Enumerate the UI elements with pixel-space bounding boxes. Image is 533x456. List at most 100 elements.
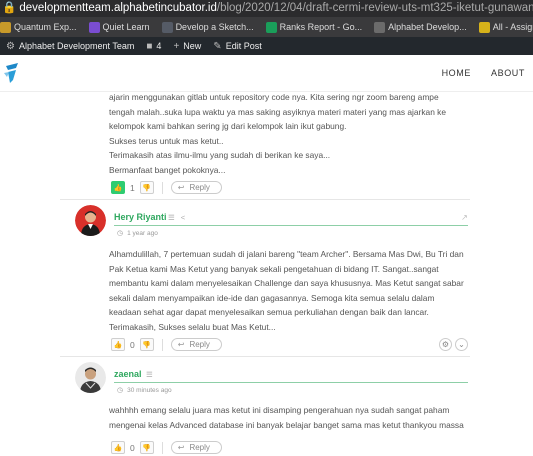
url-path: /blog/2020/12/04/draft-cermi-review-uts-…: [216, 2, 533, 14]
comment-line: ajarin menggunakan gitlab untuk reposito…: [109, 92, 439, 102]
bookmark-item[interactable]: Quantum Exp...: [0, 21, 77, 33]
comment-line: kelompok kami bahkan sering jg dari kelo…: [109, 121, 347, 132]
bookmark-favicon-icon: [0, 21, 11, 33]
bookmark-label: Ranks Report - Go...: [279, 22, 363, 32]
rss-icon[interactable]: ☰: [146, 370, 153, 379]
comment-time: ◷ 1 year ago: [117, 229, 158, 238]
divider: [161, 181, 163, 194]
reply-label: Reply: [189, 443, 210, 452]
bookmarks-bar: Quantum Exp... Quiet Learn Develop a Sketc…: [0, 17, 533, 37]
reply-button[interactable]: ↩ Reply: [170, 441, 222, 454]
comment-body: Alhamdulillah, 7 pertemuan sudah di jala…: [109, 247, 469, 335]
comment-author[interactable]: zaenal: [114, 369, 142, 379]
comment-actions: 👍 1 👎 ↩ Reply: [111, 181, 222, 194]
admin-comments-link[interactable]: ■ 4: [146, 41, 161, 52]
bookmark-favicon-icon: [265, 21, 277, 33]
vote-count: 0: [130, 339, 135, 350]
reply-button[interactable]: ↩ Reply: [170, 338, 222, 351]
author-meta: ☰ <: [168, 213, 185, 222]
comment-time: ◷ 30 minutes ago: [117, 386, 172, 395]
settings-icon[interactable]: ⚙: [439, 338, 452, 351]
comment-line: keadaan sehat agar dapat menyelesaikan s…: [109, 307, 429, 318]
clock-icon: ◷: [117, 230, 124, 237]
nav-home[interactable]: HOME: [442, 68, 471, 78]
address-bar[interactable]: 🔒 developmentteam.alphabetincubator.id/bl…: [0, 0, 533, 17]
time-label: 1 year ago: [127, 229, 158, 237]
comment-line: wahhhh emang selalu juara mas ketut ini …: [109, 405, 450, 415]
author-underline: [114, 225, 468, 226]
bookmark-label: All - Assignments...: [492, 22, 533, 32]
comment-line: sekali dalam menyampaikan ide-ide dan ga…: [109, 292, 435, 303]
thumbs-down-icon[interactable]: 👎: [139, 181, 154, 194]
bookmark-favicon-icon: [88, 21, 100, 33]
bookmark-label: Quantum Exp...: [14, 22, 77, 32]
comment-line: Alhamdulillah, 7 pertemuan sudah di jala…: [109, 249, 464, 259]
link-icon[interactable]: ↗: [458, 211, 471, 224]
bookmark-item[interactable]: All - Assignments...: [478, 21, 533, 33]
author-meta: ☰: [146, 370, 153, 379]
author-underline: [114, 382, 468, 383]
comment-line: Terimakasih atas ilmu-ilmu yang sudah di…: [109, 150, 331, 161]
divider: [161, 441, 163, 454]
comment-line: Pak Ketua kami Mas Ketut yang banyak sek…: [109, 263, 439, 274]
bookmark-favicon-icon: [478, 21, 490, 33]
comment-line: membantu kami dalam menyelesaikan Challe…: [109, 278, 464, 289]
url-host: developmentteam.alphabetincubator.id: [19, 2, 217, 14]
avatar: [75, 362, 106, 393]
comment-line: Terimakasih, Sukses selalu buat Mas Ketu…: [109, 321, 276, 332]
rss-icon[interactable]: ☰: [168, 213, 175, 222]
share-icon[interactable]: <: [181, 213, 185, 222]
thumbs-down-icon[interactable]: 👎: [139, 338, 154, 351]
pencil-icon: ✎: [213, 40, 222, 52]
bookmark-item[interactable]: Develop a Sketch...: [161, 21, 254, 33]
comment-separator: [60, 356, 470, 357]
comment-separator: [60, 199, 470, 200]
wp-admin-bar: ⚙ Alphabet Development Team ■ 4 + New ✎ …: [0, 37, 533, 55]
bookmark-label: Develop a Sketch...: [175, 22, 254, 32]
dashboard-icon: ⚙: [6, 40, 15, 52]
comment-actions: 👍 0 👎 ↩ Reply: [111, 441, 222, 454]
admin-edit-link[interactable]: ✎ Edit Post: [213, 41, 261, 52]
comment-body: wahhhh emang selalu juara mas ketut ini …: [109, 403, 469, 432]
comment-line: Bermanfaat banget pokoknya...: [109, 164, 226, 175]
reply-label: Reply: [189, 340, 210, 349]
avatar: [75, 205, 106, 236]
nav-about[interactable]: ABOUT: [491, 68, 525, 78]
comment-actions: 👍 0 👎 ↩ Reply: [111, 338, 222, 351]
comment-body: ajarin menggunakan gitlab untuk reposito…: [109, 92, 469, 178]
comment-author[interactable]: Hery Riyanti: [114, 212, 167, 222]
lock-icon: 🔒: [2, 2, 17, 14]
comments-section: ajarin menggunakan gitlab untuk reposito…: [0, 92, 533, 456]
bookmark-label: Alphabet Develop...: [388, 22, 467, 32]
thumbs-up-icon[interactable]: 👍: [111, 338, 125, 351]
admin-new-link[interactable]: + New: [173, 41, 201, 52]
thumbs-up-icon[interactable]: 👍: [111, 181, 125, 194]
comment-icon: ■: [146, 40, 153, 52]
reply-icon: ↩: [177, 183, 185, 192]
reply-icon: ↩: [177, 340, 185, 349]
vote-count: 0: [130, 442, 135, 453]
bookmark-item[interactable]: Alphabet Develop...: [374, 21, 467, 33]
main-nav: HOME ABOUT: [422, 68, 525, 78]
bookmark-item[interactable]: Quiet Learn: [88, 21, 150, 33]
admin-site-link[interactable]: ⚙ Alphabet Development Team: [6, 41, 134, 52]
admin-comments-count: 4: [156, 41, 162, 51]
site-logo-icon[interactable]: [4, 60, 20, 86]
plus-icon: +: [173, 40, 180, 52]
admin-site-name: Alphabet Development Team: [18, 41, 135, 51]
thumbs-up-icon[interactable]: 👍: [111, 441, 125, 454]
reply-label: Reply: [189, 183, 210, 192]
comment-line: mengenai kelas Advanced database ini ban…: [109, 419, 464, 430]
bookmark-item[interactable]: Ranks Report - Go...: [265, 21, 363, 33]
thumbs-down-icon[interactable]: 👎: [139, 441, 154, 454]
reply-button[interactable]: ↩ Reply: [170, 181, 222, 194]
vote-count: 1: [130, 182, 135, 193]
clock-icon: ◷: [117, 387, 124, 394]
bookmark-label: Quiet Learn: [102, 22, 150, 32]
comment-line: Sukses terus untuk mas ketut..: [109, 135, 224, 146]
reply-icon: ↩: [177, 443, 185, 452]
chevron-down-icon[interactable]: ⌄: [455, 338, 468, 351]
admin-edit-label: Edit Post: [225, 41, 262, 51]
divider: [161, 338, 163, 351]
bookmark-favicon-icon: [161, 21, 173, 33]
